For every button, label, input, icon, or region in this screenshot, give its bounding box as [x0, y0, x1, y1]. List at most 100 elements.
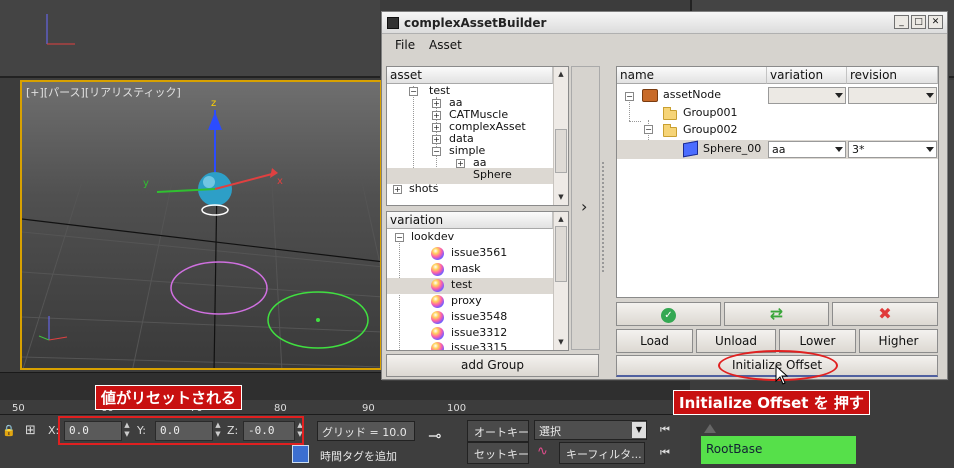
auto-key-button[interactable]: オートキー — [467, 420, 529, 442]
variation-item[interactable]: proxy — [451, 294, 482, 310]
asset-node-icon — [642, 89, 658, 102]
key-filters-button[interactable]: キーフィルタ... — [559, 442, 645, 464]
menu-bar: File Asset — [382, 35, 947, 55]
svg-text:z: z — [211, 98, 216, 109]
scroll-down-icon[interactable]: ▼ — [555, 191, 567, 203]
revision-combo-sphere[interactable]: 3* — [848, 141, 937, 158]
variation-item[interactable]: issue3312 — [451, 326, 507, 342]
splitter-handle[interactable] — [602, 162, 606, 272]
scroll-thumb[interactable] — [555, 226, 567, 282]
chevron-down-icon — [835, 93, 843, 98]
expand-icon[interactable]: + — [393, 185, 402, 194]
coordinate-highlight-box — [58, 416, 304, 445]
load-button[interactable]: Load — [616, 329, 693, 353]
expand-icon[interactable]: + — [432, 135, 441, 144]
material-ball-icon — [431, 247, 444, 260]
chevron-right-icon: › — [581, 197, 588, 216]
variation-list[interactable]: variation − lookdev issue3561 mask test … — [386, 211, 569, 351]
app-icon — [387, 17, 399, 29]
add-time-tag-button[interactable]: 時間タグを追加 — [320, 448, 397, 464]
timeline-tick: 100 — [447, 403, 467, 414]
curve-editor-icon[interactable]: ∿ — [537, 444, 548, 459]
add-group-button[interactable]: add Group — [386, 354, 599, 377]
revision-combo[interactable] — [848, 87, 937, 104]
apply-button[interactable]: ✓ — [616, 302, 721, 326]
axis-gizmo-icon — [46, 14, 75, 45]
mesh-cube-icon — [683, 140, 698, 158]
variation-item[interactable]: issue3548 — [451, 310, 507, 326]
key-icon[interactable]: ⊸ — [428, 426, 441, 445]
node-assetnode[interactable]: assetNode — [663, 88, 721, 104]
viewport-top-left[interactable] — [0, 0, 380, 78]
collapse-icon[interactable]: − — [395, 233, 404, 242]
transfer-arrow-button[interactable]: › — [571, 66, 600, 350]
folder-icon — [663, 124, 677, 137]
maximize-icon[interactable]: □ — [911, 15, 926, 29]
tree-item-sphere: Sphere — [473, 168, 512, 181]
asset-tree-scrollbar[interactable]: ▲ ▼ — [553, 67, 568, 205]
menu-file[interactable]: File — [395, 38, 415, 52]
selection-set-dropdown[interactable]: 選択 — [534, 420, 647, 440]
variation-item-selected[interactable]: test — [387, 278, 553, 294]
rootbase-node-label[interactable]: RootBase — [701, 436, 856, 464]
title-bar[interactable]: complexAssetBuilder _ □ ✕ — [382, 12, 947, 34]
variation-scrollbar[interactable]: ▲ ▼ — [553, 212, 568, 350]
material-ball-icon — [431, 342, 444, 350]
node-group001[interactable]: Group001 — [683, 106, 737, 122]
column-header-variation[interactable]: variation — [767, 67, 847, 84]
svg-text:y: y — [143, 178, 149, 189]
menu-asset[interactable]: Asset — [429, 38, 462, 52]
scroll-up-icon[interactable]: ▲ — [555, 68, 567, 80]
transform-mode-icon[interactable]: ⊞ — [25, 423, 36, 438]
expand-icon[interactable]: + — [456, 159, 465, 168]
collapse-icon[interactable]: − — [432, 147, 441, 156]
refresh-button[interactable]: ⇄ — [724, 302, 829, 326]
variation-combo[interactable] — [768, 87, 846, 104]
delete-button[interactable]: ✖ — [832, 302, 938, 326]
scroll-thumb[interactable] — [555, 129, 567, 173]
expand-icon[interactable]: + — [432, 111, 441, 120]
close-icon[interactable]: ✕ — [928, 15, 943, 29]
column-header-name[interactable]: name — [617, 67, 767, 84]
tree-item-test[interactable]: test — [429, 84, 450, 100]
higher-button[interactable]: Higher — [859, 329, 938, 353]
asset-node-table[interactable]: name variation revision − assetNode Grou… — [616, 66, 939, 298]
scroll-down-icon[interactable]: ▼ — [555, 336, 567, 348]
collapse-icon[interactable]: − — [409, 87, 418, 96]
timeline-tick: 80 — [274, 403, 287, 414]
variation-item[interactable]: issue3561 — [451, 246, 507, 262]
tree-item-shots[interactable]: shots — [409, 182, 438, 198]
chevron-down-icon[interactable]: ▼ — [632, 422, 646, 438]
asset-tree[interactable]: asset − test + aa + CATMuscle + complexA… — [386, 66, 569, 206]
collapse-icon[interactable]: − — [644, 125, 653, 134]
scroll-up-icon[interactable]: ▲ — [555, 213, 567, 225]
lock-icon[interactable]: 🔒 — [2, 424, 16, 437]
collapse-icon[interactable]: − — [625, 92, 634, 101]
perspective-viewport[interactable]: [+][パース][リアリスティック] z y x — [20, 80, 382, 370]
column-header-revision[interactable]: revision — [847, 67, 938, 84]
variation-item[interactable]: issue3315 — [451, 341, 507, 350]
window-title: complexAssetBuilder — [404, 16, 547, 30]
minimize-icon[interactable]: _ — [894, 15, 909, 29]
variation-list-header[interactable]: variation — [387, 212, 553, 229]
variation-item[interactable]: mask — [451, 262, 481, 278]
goto-start-icon[interactable]: ⏮ — [660, 423, 670, 437]
variation-combo-sphere[interactable]: aa — [768, 141, 846, 158]
grid-size-display: グリッド = 10.0 — [317, 421, 415, 441]
material-ball-icon — [431, 327, 444, 340]
timeline-tick: 90 — [362, 403, 375, 414]
x-icon: ✖ — [878, 304, 892, 323]
asset-tree-header[interactable]: asset — [387, 67, 553, 84]
expand-icon[interactable]: + — [432, 123, 441, 132]
chevron-down-icon — [835, 147, 843, 152]
mouse-cursor-icon — [775, 365, 789, 385]
triangle-marker-icon — [704, 424, 716, 433]
variation-group-lookdev[interactable]: lookdev — [411, 230, 454, 246]
complex-asset-builder-window: complexAssetBuilder _ □ ✕ File Asset ass… — [381, 11, 948, 380]
expand-icon[interactable]: + — [432, 99, 441, 108]
check-icon: ✓ — [661, 308, 676, 323]
goto-start-icon[interactable]: ⏮ — [660, 446, 670, 460]
time-tag-icon[interactable] — [292, 445, 309, 463]
node-group002[interactable]: Group002 — [683, 123, 737, 139]
set-key-button[interactable]: セットキー — [467, 442, 529, 464]
